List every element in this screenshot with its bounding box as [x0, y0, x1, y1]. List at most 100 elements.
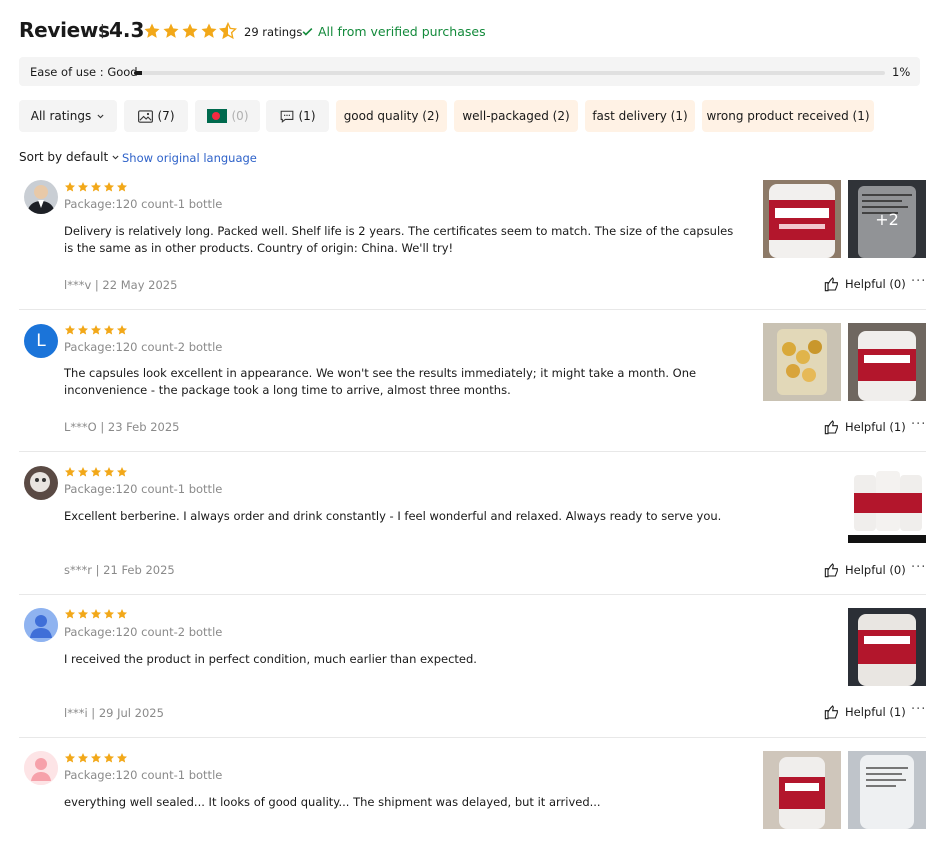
title-separator: |: [100, 23, 105, 39]
helpful-label: Helpful (1): [845, 705, 906, 719]
star-icon: [104, 609, 114, 619]
review-photo[interactable]: [848, 465, 926, 543]
photos-count: (7): [157, 109, 175, 123]
avatar: L: [24, 324, 58, 358]
all-ratings-label: All ratings: [30, 109, 92, 123]
comment-icon: [280, 110, 293, 123]
review-item: L Package:120 count-2 bottle The capsule…: [19, 310, 926, 452]
tag-wrong-product[interactable]: wrong product received (1): [702, 100, 874, 132]
verified-badge: All from verified purchases: [301, 24, 486, 39]
review-photo[interactable]: +2: [848, 180, 926, 258]
comments-filter[interactable]: (1): [266, 100, 329, 132]
verified-text: All from verified purchases: [318, 24, 486, 39]
star-icon: [117, 467, 127, 477]
reviews-title: Reviews: [19, 18, 110, 42]
review-photo[interactable]: [848, 323, 926, 401]
more-icon[interactable]: ···: [911, 702, 926, 717]
more-photos-count: +2: [848, 180, 926, 258]
package-info: Package:120 count-1 bottle: [64, 197, 223, 211]
more-icon[interactable]: ···: [911, 417, 926, 432]
flag-icon: [206, 109, 227, 123]
average-stars: [143, 22, 237, 42]
helpful-button[interactable]: Helpful (1): [824, 704, 906, 720]
average-score: 4.3: [109, 18, 145, 42]
star-icon: [78, 753, 88, 763]
check-icon: [302, 27, 313, 36]
review-stars: [64, 752, 128, 764]
helpful-button[interactable]: Helpful (0): [824, 276, 906, 292]
star-icon: [91, 182, 101, 192]
review-meta: l***v | 22 May 2025: [64, 278, 178, 292]
thumbs-up-icon: [824, 420, 838, 435]
star-icon: [104, 753, 114, 763]
review-meta: l***i | 29 Jul 2025: [64, 706, 164, 720]
star-icon: [78, 182, 88, 192]
review-item: Package:120 count-1 bottle Excellent ber…: [19, 452, 926, 595]
thumbs-up-icon: [824, 277, 838, 292]
tag-fast-delivery[interactable]: fast delivery (1): [585, 100, 695, 132]
star-icon: [182, 23, 198, 38]
review-text: The capsules look excellent in appearanc…: [64, 366, 697, 397]
review-text: Delivery is relatively long. Packed well…: [64, 224, 734, 255]
half-star-icon: [219, 22, 237, 40]
chevron-down-icon: [112, 155, 119, 159]
star-icon: [65, 325, 75, 335]
review-text: everything well sealed... It looks of go…: [64, 795, 601, 809]
star-icon: [117, 753, 127, 763]
package-info: Package:120 count-1 bottle: [64, 768, 223, 782]
review-photo[interactable]: [848, 751, 926, 829]
chevron-down-icon: [97, 114, 104, 118]
review-meta: s***r | 21 Feb 2025: [64, 563, 175, 577]
avatar: [24, 466, 58, 500]
helpful-button[interactable]: Helpful (0): [824, 562, 906, 578]
review-meta: L***O | 23 Feb 2025: [64, 420, 180, 434]
star-icon: [65, 753, 75, 763]
thumbs-up-icon: [824, 705, 838, 720]
tag-good-quality[interactable]: good quality (2): [336, 100, 447, 132]
package-info: Package:120 count-2 bottle: [64, 340, 223, 354]
more-icon[interactable]: ···: [911, 560, 926, 575]
star-icon: [91, 325, 101, 335]
star-icon: [144, 23, 160, 38]
star-icon: [117, 182, 127, 192]
star-icon: [201, 23, 217, 38]
more-icon[interactable]: ···: [911, 274, 926, 289]
country-filter[interactable]: (0): [195, 100, 260, 132]
star-icon: [91, 609, 101, 619]
review-photo[interactable]: [763, 180, 841, 258]
photos-filter[interactable]: (7): [124, 100, 188, 132]
star-icon: [78, 609, 88, 619]
country-count: (0): [231, 109, 249, 123]
sort-label: Sort by default: [19, 150, 109, 164]
avatar-letter: L: [36, 331, 46, 351]
package-info: Package:120 count-2 bottle: [64, 625, 223, 639]
ratings-count: 29 ratings: [244, 25, 303, 39]
star-icon: [117, 325, 127, 335]
star-icon: [104, 467, 114, 477]
review-stars: [64, 181, 128, 193]
review-photo[interactable]: [763, 323, 841, 401]
helpful-label: Helpful (0): [845, 563, 906, 577]
star-icon: [65, 182, 75, 192]
star-icon: [78, 467, 88, 477]
star-icon: [91, 467, 101, 477]
review-item: Package:120 count-2 bottle I received th…: [19, 595, 926, 738]
review-stars: [64, 466, 128, 478]
review-photo[interactable]: [763, 751, 841, 829]
ease-of-use-bar: Ease of use : Good 1%: [19, 57, 920, 86]
star-icon: [78, 325, 88, 335]
star-icon: [117, 609, 127, 619]
package-info: Package:120 count-1 bottle: [64, 482, 223, 496]
review-item: Package:120 count-1 bottle everything we…: [19, 738, 926, 851]
review-item: Package:120 count-1 bottle Delivery is r…: [19, 176, 926, 310]
avatar: [24, 608, 58, 642]
review-photo[interactable]: [848, 608, 926, 686]
helpful-button[interactable]: Helpful (1): [824, 419, 906, 435]
ease-percent: 1%: [892, 65, 911, 79]
sort-dropdown[interactable]: Sort by default: [19, 150, 120, 164]
tag-well-packaged[interactable]: well-packaged (2): [454, 100, 578, 132]
helpful-label: Helpful (1): [845, 420, 906, 434]
all-ratings-filter[interactable]: All ratings: [19, 100, 117, 132]
show-original-language-link[interactable]: Show original language: [122, 151, 257, 165]
star-icon: [104, 182, 114, 192]
